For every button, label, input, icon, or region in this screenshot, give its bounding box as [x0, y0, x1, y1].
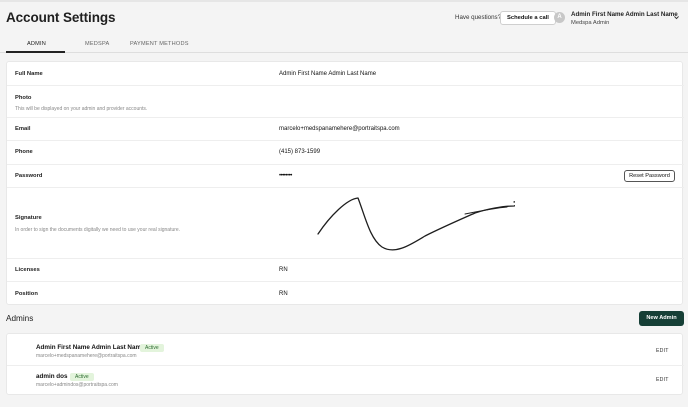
- list-item: Admin First Name Admin Last Name Active …: [7, 334, 684, 365]
- position-label: Position: [15, 291, 38, 297]
- position-row: Position RN: [7, 282, 684, 306]
- email-row: Email marcelo+medspanamehere@portraitspa…: [7, 118, 684, 141]
- photo-help-text: This will be displayed on your admin and…: [15, 106, 148, 112]
- edit-button[interactable]: EDIT: [656, 348, 669, 354]
- status-badge: Active: [140, 343, 164, 352]
- page-header: Account Settings Have questions? Schedul…: [0, 0, 688, 36]
- reset-password-button[interactable]: Reset Password: [624, 170, 675, 182]
- have-questions-text: Have questions?: [455, 14, 502, 21]
- password-value: ••••••••: [279, 173, 292, 179]
- signature-label: Signature: [15, 215, 42, 221]
- chevron-down-icon[interactable]: [673, 14, 680, 21]
- page-title: Account Settings: [6, 10, 116, 25]
- user-name[interactable]: Admin First Name Admin Last Name: [571, 11, 678, 18]
- tab-admin[interactable]: ADMIN: [27, 41, 46, 47]
- phone-row: Phone (415) 873-1599: [7, 141, 684, 165]
- password-row: Password •••••••• Reset Password: [7, 165, 684, 188]
- licenses-label: Licenses: [15, 267, 40, 273]
- admin-email: marcelo+admindos@portraitspa.com: [36, 381, 118, 388]
- status-badge: Active: [70, 372, 94, 381]
- admin-name: admin dos: [36, 373, 68, 380]
- full-name-row: Full Name Admin First Name Admin Last Na…: [7, 62, 684, 86]
- email-label: Email: [15, 126, 31, 132]
- admin-name: Admin First Name Admin Last Name: [36, 344, 145, 351]
- account-details-card: Full Name Admin First Name Admin Last Na…: [6, 61, 684, 306]
- schedule-call-button[interactable]: Schedule a call: [500, 11, 556, 25]
- avatar[interactable]: A: [554, 12, 565, 23]
- password-label: Password: [15, 173, 43, 179]
- tab-medspa[interactable]: MEDSPA: [85, 41, 109, 47]
- list-item: admin dos Active marcelo+admindos@portra…: [7, 365, 684, 396]
- photo-label: Photo: [15, 95, 32, 101]
- admins-list: Admin First Name Admin Last Name Active …: [6, 333, 684, 396]
- settings-tabs: ADMIN MEDSPA PAYMENT METHODS: [0, 37, 688, 53]
- full-name-value: Admin First Name Admin Last Name: [279, 71, 377, 77]
- new-admin-button[interactable]: New Admin: [639, 311, 684, 326]
- photo-row: Photo This will be displayed on your adm…: [7, 86, 684, 118]
- edit-button[interactable]: EDIT: [656, 377, 669, 383]
- phone-value: (415) 873-1599: [279, 149, 321, 155]
- phone-label: Phone: [15, 149, 33, 155]
- active-tab-indicator: [6, 51, 65, 53]
- position-value: RN: [279, 291, 288, 297]
- tab-payment-methods[interactable]: PAYMENT METHODS: [130, 41, 189, 47]
- signature-help-text: In order to sign the documents digitally…: [15, 227, 181, 233]
- user-role: Medspa Admin: [571, 19, 610, 26]
- signature-row: Signature In order to sign the documents…: [7, 188, 684, 259]
- admin-email: marcelo+medspanamehere@portraitspa.com: [36, 352, 137, 359]
- full-name-label: Full Name: [15, 71, 43, 77]
- admins-section-title: Admins: [6, 314, 34, 323]
- signature-image: [317, 197, 515, 251]
- licenses-row: Licenses RN: [7, 259, 684, 282]
- email-value: marcelo+medspanamehere@portraitspa.com: [279, 126, 400, 132]
- licenses-value: RN: [279, 267, 288, 273]
